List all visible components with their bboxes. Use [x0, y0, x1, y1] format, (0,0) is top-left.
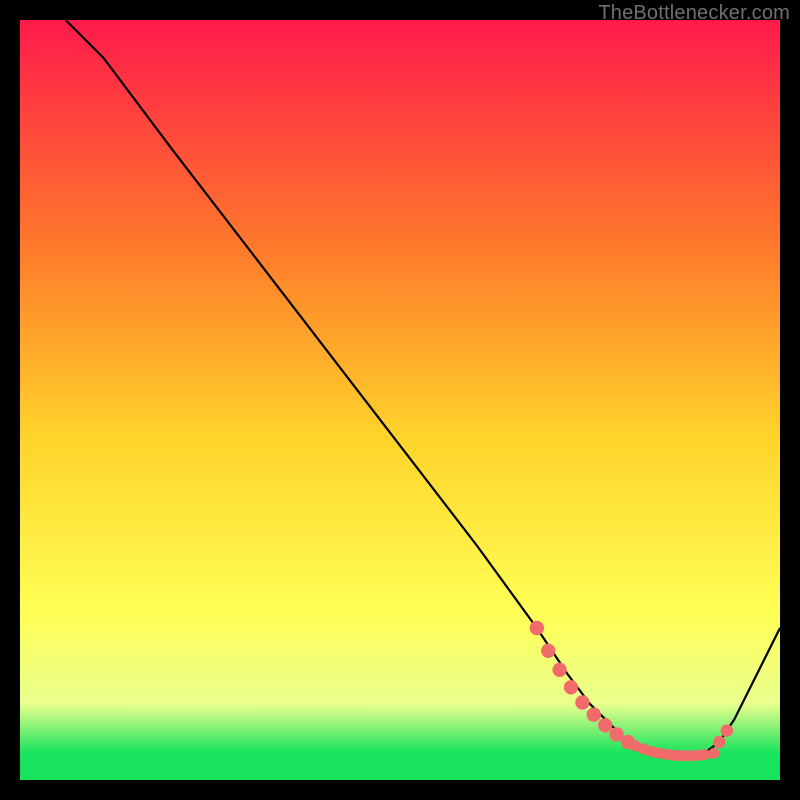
chart-svg: [20, 20, 780, 780]
attribution-label: TheBottlenecker.com: [598, 2, 790, 25]
chart-marker: [530, 621, 544, 635]
chart-stage: TheBottlenecker.com: [0, 0, 800, 800]
chart-marker: [575, 695, 589, 709]
chart-marker: [721, 724, 733, 736]
chart-marker: [708, 748, 719, 759]
gradient-background: [20, 20, 780, 780]
chart-marker: [598, 718, 612, 732]
plot-area: [20, 20, 780, 780]
chart-marker: [541, 644, 555, 658]
chart-marker: [713, 736, 725, 748]
chart-marker: [552, 663, 566, 677]
chart-marker: [564, 680, 578, 694]
chart-marker: [587, 707, 601, 721]
